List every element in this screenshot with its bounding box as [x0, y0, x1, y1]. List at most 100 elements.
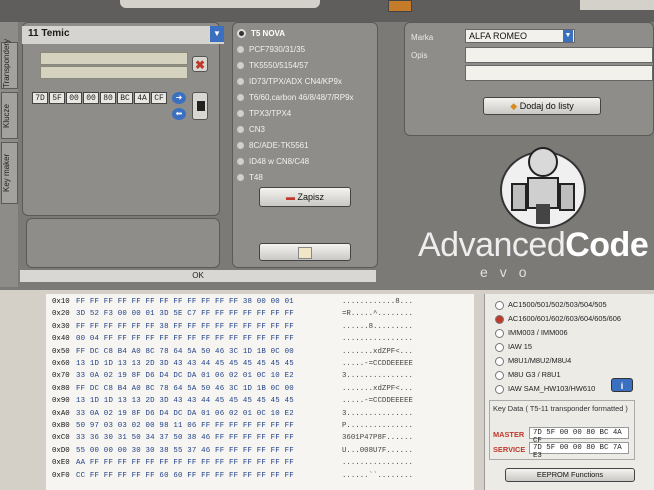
hex-values[interactable]: 55 00 00 00 30 30 38 55 37 46 FF FF FF F… [76, 447, 294, 455]
hex-values[interactable]: FF DC C8 B4 A0 8C 78 64 5A 50 46 3C 1D 1… [76, 385, 294, 393]
hex-values[interactable]: 33 0A 02 19 8F D6 D4 DC DA 01 06 02 01 0… [76, 410, 294, 418]
arrow-right-icon[interactable]: ➜ [172, 92, 186, 104]
hex-values[interactable]: 3D 52 F3 00 00 01 3D 5E C7 FF FF FF FF F… [76, 310, 294, 318]
radio-option[interactable]: ID73/TPX/ADX CN4/KP9x [237, 77, 342, 86]
radio-option[interactable]: T6/60,carbon 46/8/48/7/RP9x [237, 93, 354, 102]
hex-values[interactable]: AA FF FF FF FF FF FF FF FF FF FF FF FF F… [76, 459, 294, 467]
tab-key-maker[interactable]: Key maker [1, 142, 18, 204]
radio-option[interactable]: 8C/ADE-TK5561 [237, 141, 309, 150]
opis-field-2[interactable] [465, 65, 653, 81]
hex-values[interactable]: 13 1D 1D 13 13 2D 3D 43 43 44 45 45 45 4… [76, 360, 294, 368]
id-field-2[interactable] [40, 66, 188, 79]
toolbar-icon[interactable] [388, 0, 412, 12]
ecu-option[interactable]: AC1500/501/502/503/504/505 [495, 300, 607, 310]
hex-ascii: .......xdZPF<... [342, 347, 413, 356]
chevron-down-icon[interactable]: ▼ [563, 30, 573, 42]
hex-ascii: ......8......... [342, 322, 413, 331]
hex-byte[interactable]: BC [117, 92, 133, 104]
hex-values[interactable]: CC FF FF FF FF FF 60 60 FF FF FF FF FF F… [76, 472, 294, 480]
ecu-option[interactable]: M8U1/M8U2/M8U4 [495, 356, 571, 366]
service-key-field[interactable]: 7D 5F 00 00 80 BC 7A E3 [529, 442, 629, 460]
radio-dot [237, 110, 244, 118]
radio-option[interactable]: TPX3/TPX4 [237, 109, 291, 118]
ecu-option[interactable]: M8U G3 / R8U1 [495, 370, 561, 380]
hex-byte[interactable]: CF [151, 92, 167, 104]
hex-values[interactable]: FF FF FF FF FF FF 38 FF FF FF FF FF FF F… [76, 323, 294, 331]
radio-option[interactable]: ID48 w CN8/C48 [237, 157, 309, 166]
hex-byte[interactable]: 7D [32, 92, 48, 104]
hex-address: 0x60 [52, 360, 70, 368]
opis-field-1[interactable] [465, 47, 653, 63]
ecu-option[interactable]: IAW 15 [495, 342, 532, 352]
hex-address: 0x70 [52, 372, 70, 381]
ecu-option[interactable]: IMM003 / IMM006 [495, 328, 568, 338]
hex-ascii: U...008U7F...... [342, 446, 413, 455]
id-field-1[interactable] [40, 52, 188, 65]
radio-dot [495, 384, 504, 394]
hex-ascii: 3............... [342, 372, 413, 381]
arrow-left-icon[interactable]: ⬅ [172, 108, 186, 120]
ecu-option[interactable]: AC1600/601/602/603/604/605/606 [495, 314, 621, 324]
hex-ascii: =R.....^........ [342, 310, 413, 319]
hex-address: 0x10 [52, 298, 70, 306]
hex-byte[interactable]: 00 [66, 92, 82, 104]
hex-values[interactable]: 50 97 03 03 02 00 98 11 06 FF FF FF FF F… [76, 422, 294, 430]
tab-transpondery[interactable]: Transpondery [1, 39, 18, 89]
vertical-tabs: Key maker Klucze Transpondery [0, 22, 18, 287]
save-icon: ▬ [285, 192, 295, 202]
hex-values[interactable]: 33 36 30 31 50 34 37 50 38 46 FF FF FF F… [76, 434, 294, 442]
hex-byte[interactable]: 00 [83, 92, 99, 104]
tab-klucze[interactable]: Klucze [1, 92, 18, 139]
hex-values[interactable]: 00 04 FF FF FF FF FF FF FF FF FF FF FF F… [76, 335, 294, 343]
eeprom-functions-button[interactable]: EEPROM Functions [505, 468, 635, 482]
hex-address: 0xB0 [52, 422, 70, 430]
car-panel: Marka ALFA ROMEO ▼ Opis ◆ Dodaj do listy [404, 22, 654, 136]
hex-address: 0x90 [52, 397, 70, 406]
radio-option[interactable]: PCF7930/31/35 [237, 45, 305, 54]
radio-dot [495, 370, 504, 380]
hex-values[interactable]: 13 1D 1D 13 13 2D 3D 43 43 44 45 45 45 4… [76, 397, 294, 405]
toolbar-strip [120, 0, 320, 8]
hex-values[interactable]: FF FF FF FF FF FF FF FF FF FF FF FF 38 0… [76, 298, 294, 306]
clear-icon[interactable]: ✖ [192, 56, 208, 72]
radio-dot [237, 46, 244, 54]
hex-address: 0xA0 [52, 409, 70, 418]
hex-address: 0x20 [52, 310, 70, 319]
radio-dot [237, 62, 244, 70]
logo-sub: evo [480, 264, 539, 280]
hex-byte[interactable]: 80 [100, 92, 116, 104]
radio-option[interactable]: T48 [237, 173, 263, 182]
save-button[interactable]: ▬ Zapisz [259, 187, 351, 207]
robot-mascot-icon [500, 147, 586, 229]
ecu-option[interactable]: IAW SAM_HW103/HW610 [495, 384, 595, 394]
hex-byte[interactable]: 4A [134, 92, 150, 104]
logo: AdvancedCode [418, 226, 649, 264]
hex-values[interactable]: FF DC C8 B4 A0 8C 78 64 5A 50 46 3C 1D 1… [76, 348, 294, 356]
radio-dot [495, 300, 504, 310]
window-titlebar [0, 0, 654, 22]
marka-select[interactable]: ALFA ROMEO ▼ [465, 29, 575, 43]
open-button[interactable] [259, 243, 351, 261]
service-label: SERVICE [493, 445, 526, 454]
hex-ascii: .....-=CCDDEEEEE [342, 397, 413, 406]
book-icon [298, 247, 312, 259]
chevron-down-icon[interactable]: ▼ [210, 26, 224, 42]
radio-dot [495, 356, 504, 366]
info-icon[interactable]: i [611, 378, 633, 392]
hex-values[interactable]: 33 0A 02 19 8F D6 D4 DC DA 01 06 02 01 0… [76, 372, 294, 380]
master-key-field[interactable]: 7D 5F 00 00 80 BC 4A CF [529, 427, 629, 445]
radio-option[interactable]: T5 NOVA [237, 29, 285, 39]
ok-button[interactable]: OK [20, 270, 376, 282]
chip-icon[interactable] [192, 92, 208, 120]
add-icon: ◆ [510, 101, 518, 111]
radio-dot [237, 78, 244, 86]
transponder-select[interactable]: 11 Temic ▼ [22, 26, 224, 44]
marka-value: ALFA ROMEO [469, 31, 528, 41]
hex-address: 0xF0 [52, 471, 70, 480]
radio-option[interactable]: TK5550/5154/57 [237, 61, 308, 70]
radio-option[interactable]: CN3 [237, 125, 265, 134]
toolbar-right [580, 0, 654, 10]
add-to-list-button[interactable]: ◆ Dodaj do listy [483, 97, 601, 115]
radio-dot [237, 94, 244, 102]
hex-byte[interactable]: 5F [49, 92, 65, 104]
